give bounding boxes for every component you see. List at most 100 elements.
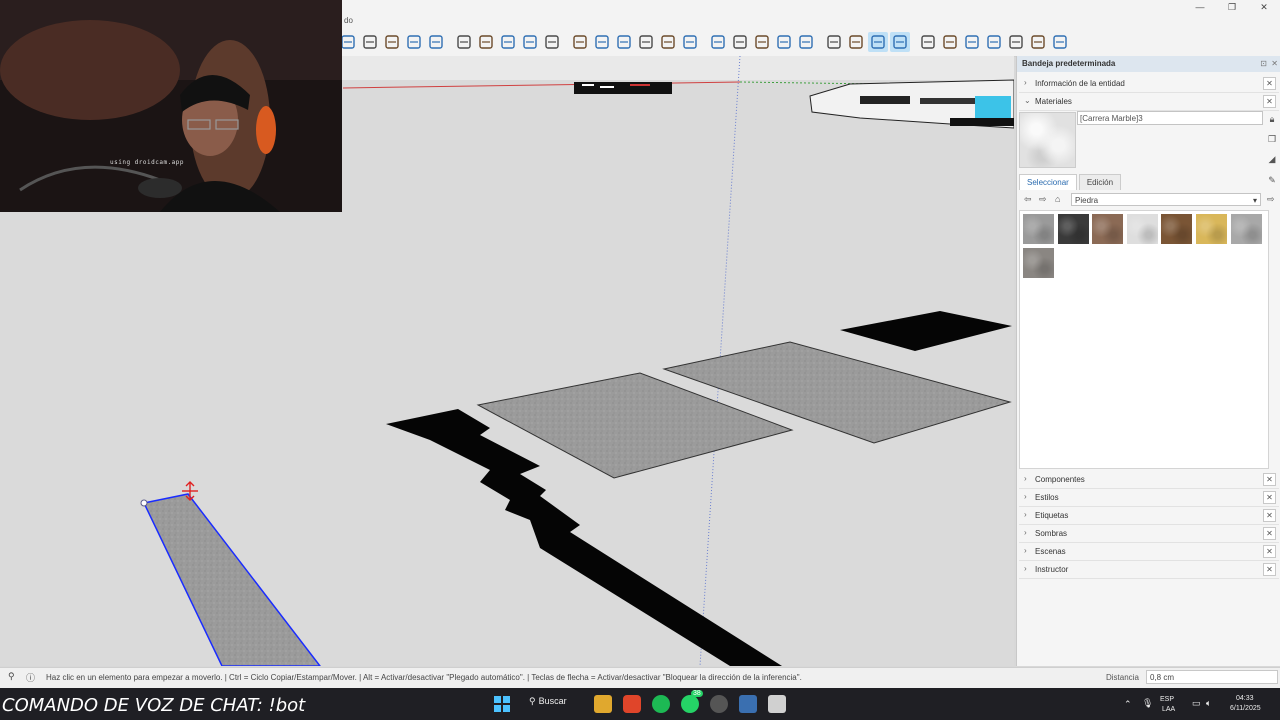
move-icon[interactable]: [868, 32, 888, 52]
whatsapp-icon[interactable]: 38: [681, 690, 703, 713]
account-icon[interactable]: [542, 32, 562, 52]
brave-browser-icon[interactable]: [623, 695, 641, 713]
back-view-icon[interactable]: [658, 32, 678, 52]
windows-start-icon[interactable]: [493, 695, 511, 713]
eraser-icon[interactable]: [382, 32, 402, 52]
pan-icon[interactable]: [846, 32, 866, 52]
top-view-icon[interactable]: [592, 32, 612, 52]
language-bottom[interactable]: LAA: [1162, 706, 1175, 713]
text-icon[interactable]: [1028, 32, 1048, 52]
paint-icon[interactable]: [752, 32, 772, 52]
panel-scenes[interactable]: › Escenas ✕: [1019, 544, 1279, 561]
back-icon[interactable]: ⇦: [1024, 194, 1032, 205]
tray-close-icon[interactable]: ✕: [1271, 59, 1278, 68]
close-button[interactable]: ✕: [1248, 0, 1280, 14]
measurements-field[interactable]: 0,8 cm: [1146, 670, 1278, 684]
box-icon[interactable]: [708, 32, 728, 52]
rotate-icon[interactable]: [890, 32, 910, 52]
toolbar-buttons: [338, 31, 1072, 53]
forward-icon[interactable]: ⇨: [1039, 194, 1047, 205]
tab-edit[interactable]: Edición: [1078, 174, 1122, 190]
orbit-icon[interactable]: [824, 32, 844, 52]
clock-time[interactable]: 04:33: [1236, 695, 1254, 702]
panel-styles[interactable]: › Estilos ✕: [1019, 490, 1279, 507]
volume-icon[interactable]: 🔈︎: [1206, 698, 1211, 709]
left-view-icon[interactable]: [680, 32, 700, 52]
sketchup-icon[interactable]: [739, 695, 757, 713]
front-view-icon[interactable]: [614, 32, 634, 52]
file-explorer-icon[interactable]: [594, 695, 612, 713]
material-tabs: Seleccionar Edición: [1019, 174, 1123, 190]
app-window-icon[interactable]: [768, 695, 786, 713]
back-edges-icon[interactable]: [498, 32, 518, 52]
spotify-icon[interactable]: [652, 695, 670, 713]
maximize-button[interactable]: ❐: [1216, 0, 1248, 14]
chevron-right-icon: ›: [1024, 78, 1027, 87]
home-icon[interactable]: ⌂: [1055, 194, 1060, 204]
offset-icon[interactable]: [984, 32, 1004, 52]
default-tray: Bandeja predeterminada ⊡ ✕ › Información…: [1016, 56, 1280, 666]
section-plane-icon[interactable]: [454, 32, 474, 52]
styles-icon[interactable]: [796, 32, 816, 52]
panel-instructor[interactable]: › Instructor ✕: [1019, 562, 1279, 579]
panel-materials[interactable]: ⌄ Materiales ✕: [1019, 94, 1279, 111]
pin-icon[interactable]: ⊡: [1260, 59, 1267, 68]
default-material-icon[interactable]: ◢: [1266, 154, 1278, 166]
close-icon[interactable]: ✕: [1263, 563, 1276, 576]
zoom-extents-icon[interactable]: [426, 32, 446, 52]
make-component-icon[interactable]: [360, 32, 380, 52]
right-view-icon[interactable]: [636, 32, 656, 52]
close-icon[interactable]: ✕: [1263, 545, 1276, 558]
close-icon[interactable]: ✕: [1263, 527, 1276, 540]
layout-icon[interactable]: [774, 32, 794, 52]
taskbar-search-button[interactable]: ⚲ Buscar: [526, 696, 582, 712]
create-material-icon[interactable]: ❒: [1266, 134, 1278, 146]
iso-view-icon[interactable]: [570, 32, 590, 52]
language-top[interactable]: ESP: [1160, 696, 1174, 703]
menu-fragment[interactable]: do: [344, 16, 353, 25]
settings-icon[interactable]: [710, 695, 728, 713]
zoom-icon[interactable]: [404, 32, 424, 52]
panel-tags[interactable]: › Etiquetas ✕: [1019, 508, 1279, 525]
library-select[interactable]: Piedra ▾: [1071, 193, 1261, 206]
x-ray-icon[interactable]: [476, 32, 496, 52]
tab-select[interactable]: Seleccionar: [1019, 174, 1077, 190]
display-icon[interactable]: ▭: [1192, 698, 1201, 709]
close-icon[interactable]: ✕: [1263, 509, 1276, 522]
panel-components[interactable]: › Componentes ✕: [1019, 472, 1279, 489]
material-swatch[interactable]: [1092, 214, 1124, 244]
eyedropper-icon[interactable]: ✎: [1266, 175, 1278, 187]
details-icon[interactable]: ⇨: [1267, 194, 1275, 205]
extrude-icon[interactable]: [730, 32, 750, 52]
sandbox-icon[interactable]: [918, 32, 938, 52]
geo-location-icon[interactable]: ⚲: [8, 671, 20, 683]
material-swatch[interactable]: [1230, 214, 1262, 244]
material-swatch[interactable]: [1057, 214, 1089, 244]
minimize-button[interactable]: —: [1184, 0, 1216, 14]
material-swatch[interactable]: [1023, 214, 1054, 244]
material-swatch[interactable]: [1161, 214, 1193, 244]
selected-stone-strip[interactable]: [142, 493, 321, 666]
material-swatch[interactable]: [1126, 214, 1158, 244]
material-swatch[interactable]: [1196, 214, 1227, 244]
info-icon[interactable]: ⓘ: [26, 671, 38, 683]
panel-entity-info[interactable]: › Información de la entidad ✕: [1019, 76, 1279, 93]
push-icon[interactable]: [940, 32, 960, 52]
clock-date[interactable]: 6/11/2025: [1230, 705, 1261, 712]
tape-icon[interactable]: [1006, 32, 1026, 52]
extension-icon[interactable]: [1050, 32, 1070, 52]
microphone-icon[interactable]: 🎙︎: [1142, 698, 1153, 709]
lock-icon[interactable]: 🔒︎: [1266, 114, 1278, 126]
distant-building-left: [574, 82, 672, 94]
layers-icon[interactable]: [520, 32, 540, 52]
panel-shadows[interactable]: › Sombras ✕: [1019, 526, 1279, 543]
material-name-field[interactable]: [Carrera Marble]3: [1077, 111, 1263, 125]
material-preview: [1019, 112, 1076, 168]
close-icon[interactable]: ✕: [1263, 95, 1276, 108]
close-icon[interactable]: ✕: [1263, 491, 1276, 504]
close-icon[interactable]: ✕: [1263, 77, 1276, 90]
material-swatch[interactable]: [1023, 248, 1054, 278]
chevron-up-icon[interactable]: ⌃: [1124, 699, 1132, 710]
close-icon[interactable]: ✕: [1263, 473, 1276, 486]
follow-me-icon[interactable]: [962, 32, 982, 52]
